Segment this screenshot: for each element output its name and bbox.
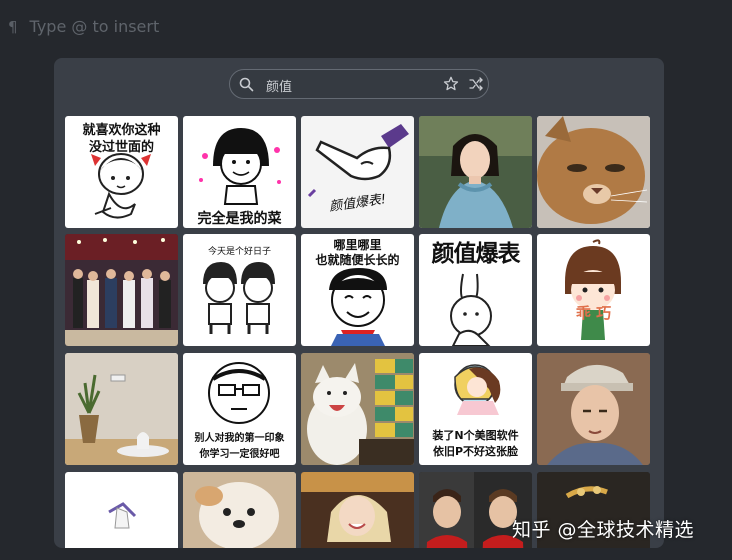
sticker-tile[interactable] [419, 116, 532, 228]
sticker-caption: 装了N个美图软件 [432, 429, 519, 442]
sticker-caption: 别人对我的第一印象 [194, 433, 285, 444]
sticker-caption: 你学习一定很好吧 [199, 449, 280, 460]
watermark: 知乎 @全球技术精选 [512, 519, 695, 541]
shuffle-icon[interactable] [468, 76, 484, 96]
pilcrow-icon: ¶ [8, 17, 18, 36]
sticker-tile[interactable]: 装了N个美图软件 依旧P不好这张脸 [419, 353, 532, 465]
sticker-tile[interactable] [65, 234, 178, 346]
search-input[interactable] [264, 74, 428, 96]
sticker-tile[interactable] [183, 472, 296, 548]
sticker-tile[interactable] [537, 353, 650, 465]
sticker-tile[interactable]: 今天是个好日子 [183, 234, 296, 346]
sticker-tile[interactable]: 颜值爆表! [301, 116, 414, 228]
sticker-tile[interactable] [301, 472, 414, 548]
search-icon [239, 77, 254, 96]
sticker-tile[interactable]: 别人对我的第一印象 你学习一定很好吧 [183, 353, 296, 465]
sticker-search-bar [229, 69, 489, 99]
sticker-tile[interactable]: 颜值爆表 [419, 234, 532, 346]
sticker-tile[interactable]: 完全是我的菜 [183, 116, 296, 228]
sticker-caption: 完全是我的菜 [197, 211, 282, 227]
sticker-tile[interactable] [65, 353, 178, 465]
sticker-tile[interactable] [65, 472, 178, 548]
sticker-caption: 依旧P不好这张脸 [432, 445, 519, 458]
sticker-tile[interactable] [537, 116, 650, 228]
editor-line[interactable]: ¶ Type @ to insert [8, 17, 159, 36]
sticker-tile[interactable]: 就喜欢你这种 没过世面的 [65, 116, 178, 228]
editor-placeholder: Type @ to insert [29, 17, 160, 36]
sticker-tile[interactable]: 哪里哪里 也就随便长长的 [301, 234, 414, 346]
sticker-tile[interactable]: 乖 巧 [537, 234, 650, 346]
sticker-tile[interactable] [301, 353, 414, 465]
star-icon[interactable] [443, 76, 459, 96]
sticker-picker-panel: 就喜欢你这种 没过世面的 完全是我的菜 [54, 58, 664, 548]
sticker-caption: 乖 巧 [575, 304, 612, 322]
